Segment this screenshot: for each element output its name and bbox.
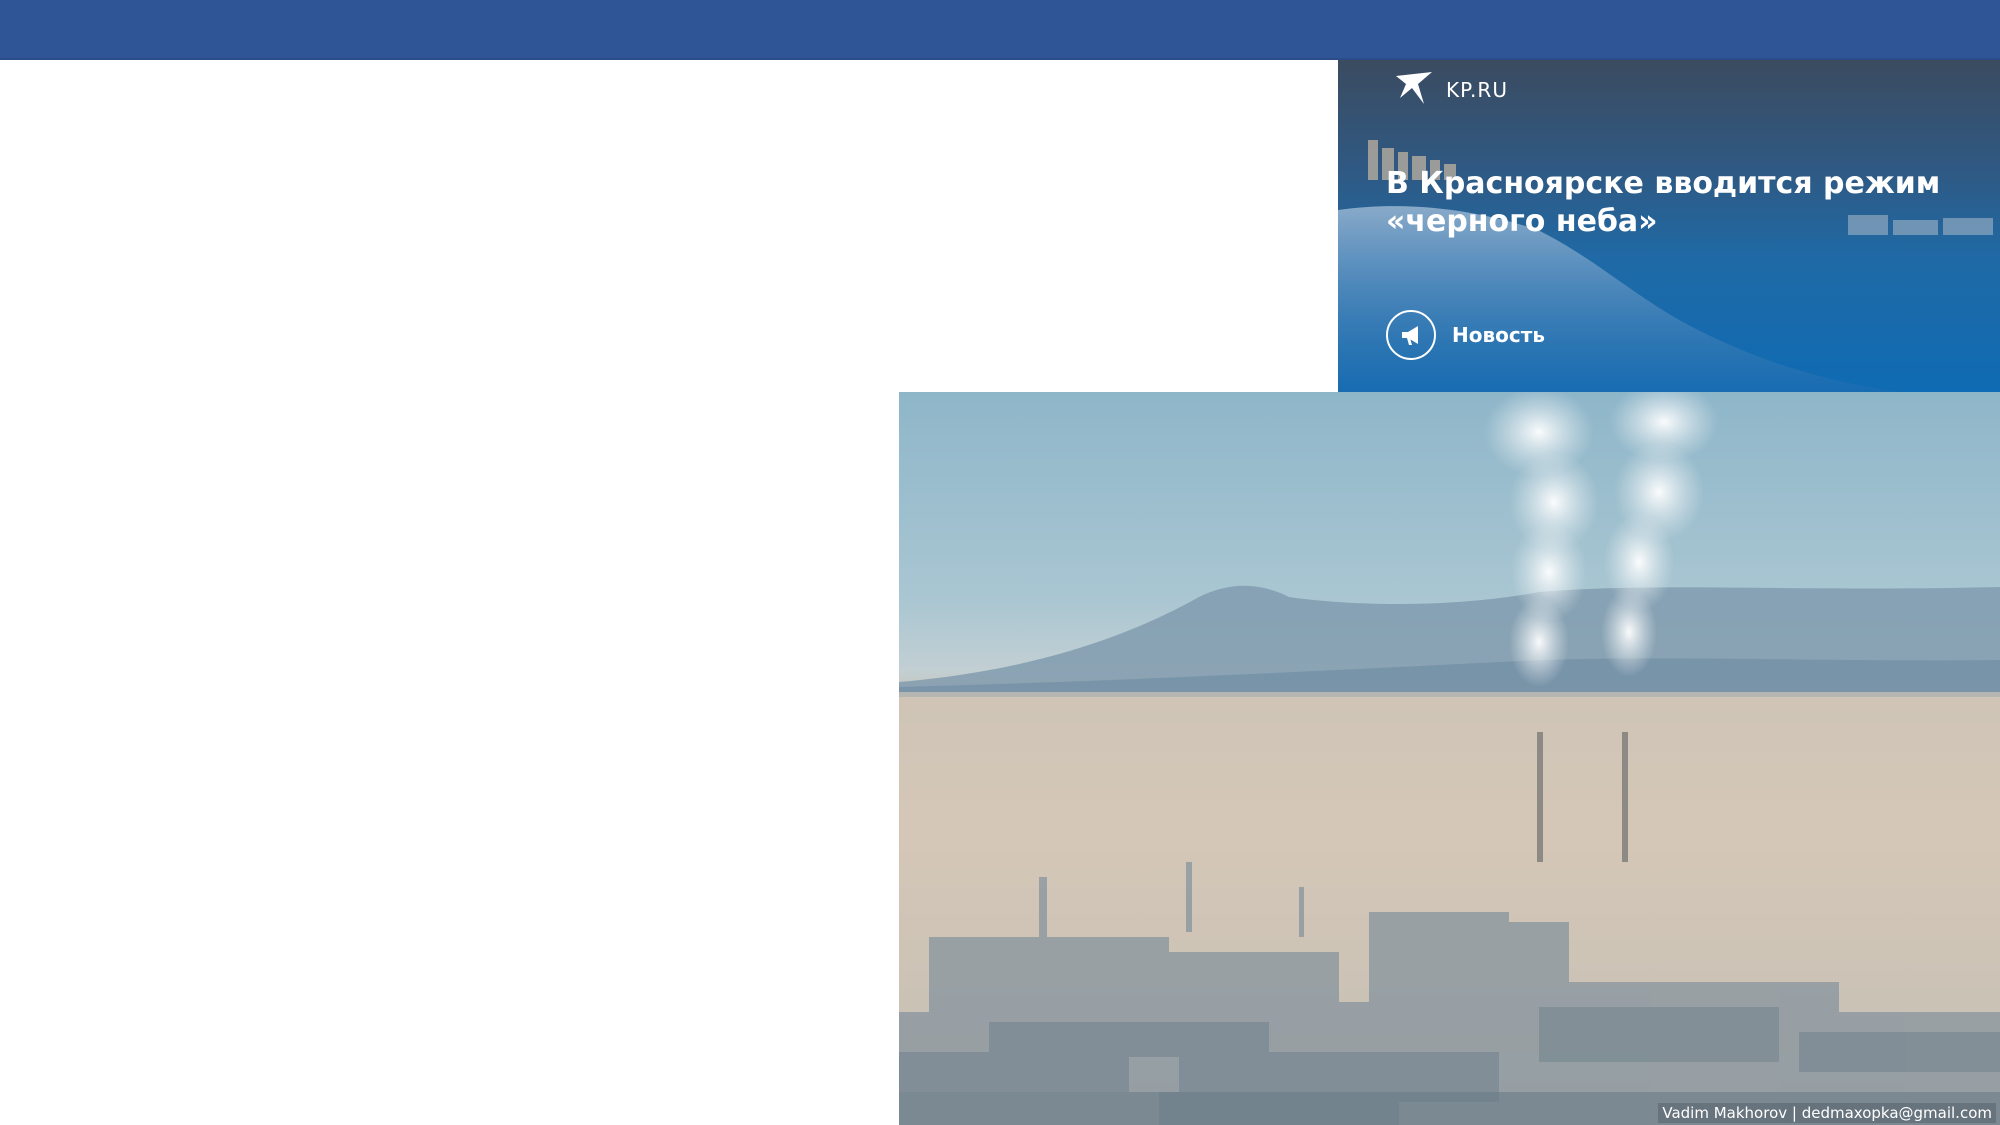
news-type-badge: Новость xyxy=(1386,310,1545,360)
site-name: KP.RU xyxy=(1446,78,1508,102)
photo-credit: Vadim Makhorov | dedmaxopka@gmail.com xyxy=(1658,1103,1996,1123)
kp-logo[interactable]: KP.RU xyxy=(1394,70,1508,110)
news-card[interactable]: KP.RU В Красноярске вводится режим «черн… xyxy=(1338,60,2000,392)
smog-city-photo: Vadim Makhorov | dedmaxopka@gmail.com xyxy=(899,392,2000,1125)
top-header-bar xyxy=(0,0,2000,60)
megaphone-icon xyxy=(1386,310,1436,360)
swallow-bird-icon xyxy=(1394,70,1434,110)
news-headline[interactable]: В Красноярске вводится режим «черного не… xyxy=(1386,165,1946,241)
badge-label: Новость xyxy=(1452,323,1545,347)
